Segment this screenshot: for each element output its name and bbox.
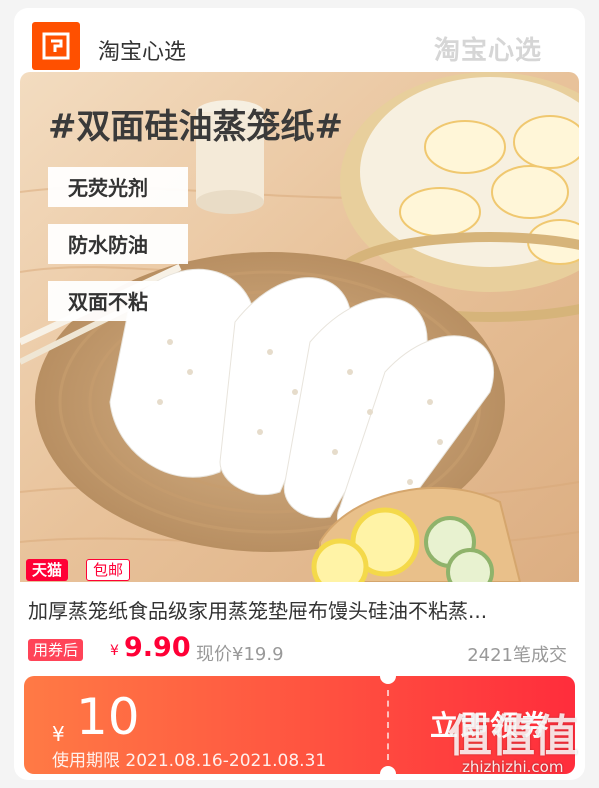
site-watermark: 值值值 <box>448 711 578 762</box>
original-price: 现价¥19.9 <box>196 644 284 665</box>
product-card[interactable]: 淘宝心选 淘宝心选 #双面硅油蒸笼纸# 无荧光剂 防水防油 双面不粘 天猫 包邮… <box>14 8 585 780</box>
card-header: 淘宝心选 淘宝心选 <box>14 8 585 80</box>
product-title[interactable]: 加厚蒸笼纸食品级家用蒸笼垫屉布馒头硅油不粘蒸... <box>28 595 573 624</box>
brand-name: 淘宝心选 <box>98 40 187 65</box>
feature-label-2: 防水防油 <box>48 224 188 264</box>
sales-count: 2421笔成交 <box>467 645 567 666</box>
feature-label-1: 无荧光剂 <box>48 167 188 207</box>
after-coupon-tag: 用券后 <box>28 639 84 661</box>
coupon-divider <box>387 690 389 760</box>
coupon-notch-bottom <box>380 766 396 774</box>
coupon-currency: ¥ <box>52 722 65 746</box>
svg-text:无荧光剂: 无荧光剂 <box>68 176 148 200</box>
price-currency: ¥ <box>110 643 119 659</box>
taobao-xinxuan-logo-icon <box>32 22 80 70</box>
coupon-notch-top <box>380 676 396 684</box>
feature-label-3: 双面不粘 <box>48 281 188 321</box>
free-shipping-badge: 包邮 <box>86 559 131 581</box>
product-image[interactable]: #双面硅油蒸笼纸# 无荧光剂 防水防油 双面不粘 <box>20 72 579 582</box>
coupon-amount: 10 <box>76 688 140 746</box>
svg-text:防水防油: 防水防油 <box>68 233 148 257</box>
brand-watermark: 淘宝心选 <box>434 36 543 66</box>
image-headline: #双面硅油蒸笼纸# <box>48 107 343 147</box>
coupon-validity: 使用期限 2021.08.16-2021.08.31 <box>52 751 327 771</box>
site-url-watermark: zhizhizhi.com <box>462 758 564 776</box>
tmall-badge: 天猫 <box>26 559 69 581</box>
svg-text:双面不粘: 双面不粘 <box>68 290 148 314</box>
coupon-price: 9.90 <box>124 632 191 663</box>
